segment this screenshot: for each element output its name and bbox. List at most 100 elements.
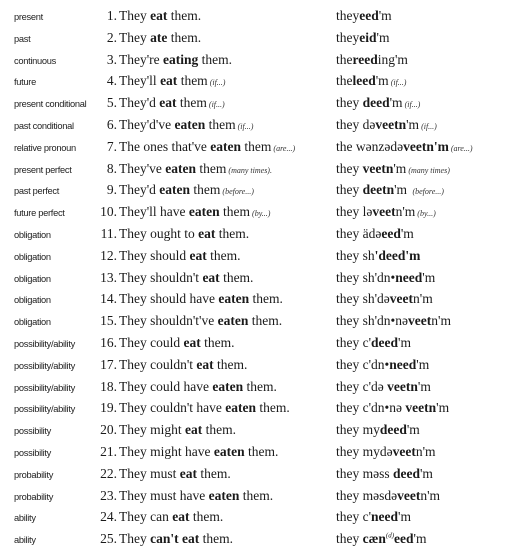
bold-segment: reed (352, 51, 378, 67)
pronunciation: they c'dn•need'm (336, 357, 429, 373)
text-segment: They're (119, 51, 164, 67)
tense-label: past (14, 33, 31, 44)
text-segment: them. (248, 313, 283, 329)
row-number: 23. (100, 487, 117, 503)
example-sentence: They shouldn't eat them. (119, 270, 253, 286)
text-segment: the wənzədə (336, 138, 404, 154)
table-row: probability 22. They must eat them. they mə… (0, 466, 508, 486)
row-number: 16. (100, 335, 117, 350)
italic-note: (if...) (421, 122, 437, 131)
text-segment: 'm (375, 73, 389, 89)
bold-segment: deetn (362, 182, 395, 198)
pronunciation: they c'deed'm (336, 335, 411, 351)
table-row: obligation 12. They should eat them. they s… (0, 248, 508, 268)
text-segment: 'm (398, 509, 411, 525)
text-segment: 'm (398, 335, 411, 350)
tense-label: possibility/ability (14, 339, 75, 349)
text-segment: ing'm (377, 51, 408, 67)
example-sentence: They couldn't have eaten them. (119, 400, 290, 416)
bold-segment: need (371, 509, 399, 525)
text-segment: n'm (413, 291, 433, 307)
text-segment: them. (167, 29, 202, 45)
table-row: future 4. They'll eat them (if...) theleed'm… (0, 73, 508, 93)
text-segment: the (336, 73, 353, 89)
pronunciation: theyeed'm (336, 8, 392, 24)
example-sentence: They should eat them. (119, 248, 241, 264)
tense-label: obligation (14, 251, 51, 262)
bold-segment: eat (160, 73, 178, 89)
italic-note: (if...) (390, 78, 407, 88)
tense-label: obligation (14, 317, 51, 328)
row-number: 7. (106, 138, 117, 154)
pronunciation: they ləveetn'm (by...) (336, 204, 436, 220)
italic-note: (if...) (208, 100, 225, 110)
example-sentence: They can't eat them. (119, 531, 233, 547)
table-row: possibility 21. They might have eaten them… (0, 444, 508, 464)
text-segment: they sh'də (336, 291, 390, 307)
italic-note: (before...) (412, 187, 444, 197)
table-row: past perfect 9. They'd eaten them (before..… (0, 182, 508, 202)
pronunciation: they məss deed'm (336, 466, 433, 482)
example-sentence: They might have eaten them. (119, 444, 278, 460)
tense-label: obligation (14, 273, 51, 284)
text-segment: they sh'dn•nə (336, 313, 409, 329)
table-row: possibility 20. They might eat them. they m… (0, 422, 508, 442)
row-number: 22. (100, 465, 117, 481)
table-row: possibility/ability 18. They could have ea… (0, 379, 508, 399)
tense-label: continuous (14, 55, 56, 66)
table-row: present perfect 8. They've eaten them (many… (0, 161, 508, 181)
text-segment: they məss (336, 465, 393, 481)
text-segment: them. (239, 487, 274, 503)
text-segment: them. (202, 422, 236, 438)
tense-label: past conditional (14, 121, 74, 131)
italic-note: (by...) (417, 209, 436, 219)
text-segment: They must (119, 465, 180, 481)
text-segment: they c'dn•nə (336, 400, 406, 416)
text-segment: They couldn't (119, 356, 197, 372)
text-segment: them (190, 182, 221, 198)
bold-segment: eaten (210, 138, 242, 154)
bold-segment: eaten (212, 378, 244, 394)
table-row: past conditional 6. They'd've eaten them (i… (0, 117, 508, 137)
text-segment: them. (215, 226, 250, 241)
row-number: 21. (100, 444, 117, 459)
text-segment: them. (189, 509, 224, 525)
row-number: 8. (106, 160, 117, 176)
bold-segment: eaten (165, 160, 197, 176)
pronunciation: they sh'dəveetn'm (336, 291, 433, 307)
text-segment: They shouldn't (119, 269, 203, 285)
bold-segment: eaten (174, 117, 206, 132)
pronunciation: they deed'm (if...) (336, 95, 420, 111)
example-sentence: They could eat them. (119, 335, 234, 351)
text-segment: n'm (415, 444, 436, 459)
text-segment: they c' (336, 509, 372, 525)
text-segment: they (336, 182, 363, 198)
text-segment: They (119, 8, 151, 23)
table-row: relative pronoun 7. The ones that've eaten… (0, 139, 508, 159)
text-segment: They must have (119, 487, 209, 503)
bold-segment: veet (408, 313, 432, 329)
tense-label: probability (14, 469, 54, 480)
bold-segment: deed (393, 465, 420, 481)
text-segment: 'm (406, 117, 420, 132)
table-row: probability 23. They must have eaten them.… (0, 488, 508, 508)
table-row: obligation 14. They should have eaten them… (0, 291, 508, 311)
bold-segment: eed (394, 531, 414, 547)
row-number: 15. (100, 313, 117, 329)
bold-segment: eat (183, 335, 201, 350)
text-segment: them. (244, 444, 279, 459)
text-segment: they (336, 95, 363, 111)
text-segment: 'm (420, 465, 433, 481)
italic-note: (are...) (450, 143, 473, 153)
example-sentence: They're eating them. (119, 52, 232, 68)
table-row: future perfect 10. They'll have eaten them… (0, 204, 508, 224)
text-segment: They'd (119, 182, 160, 198)
tense-label: past perfect (14, 186, 59, 197)
text-segment: They'd've (119, 117, 175, 132)
table-row: continuous 3. They're eating them. thereedi… (0, 52, 508, 72)
text-segment: they lə (336, 204, 373, 220)
text-segment: The ones that've (119, 138, 211, 154)
tense-label: future perfect (14, 208, 65, 219)
bold-segment: need (395, 269, 423, 285)
text-segment: They shouldn't've (119, 313, 218, 329)
